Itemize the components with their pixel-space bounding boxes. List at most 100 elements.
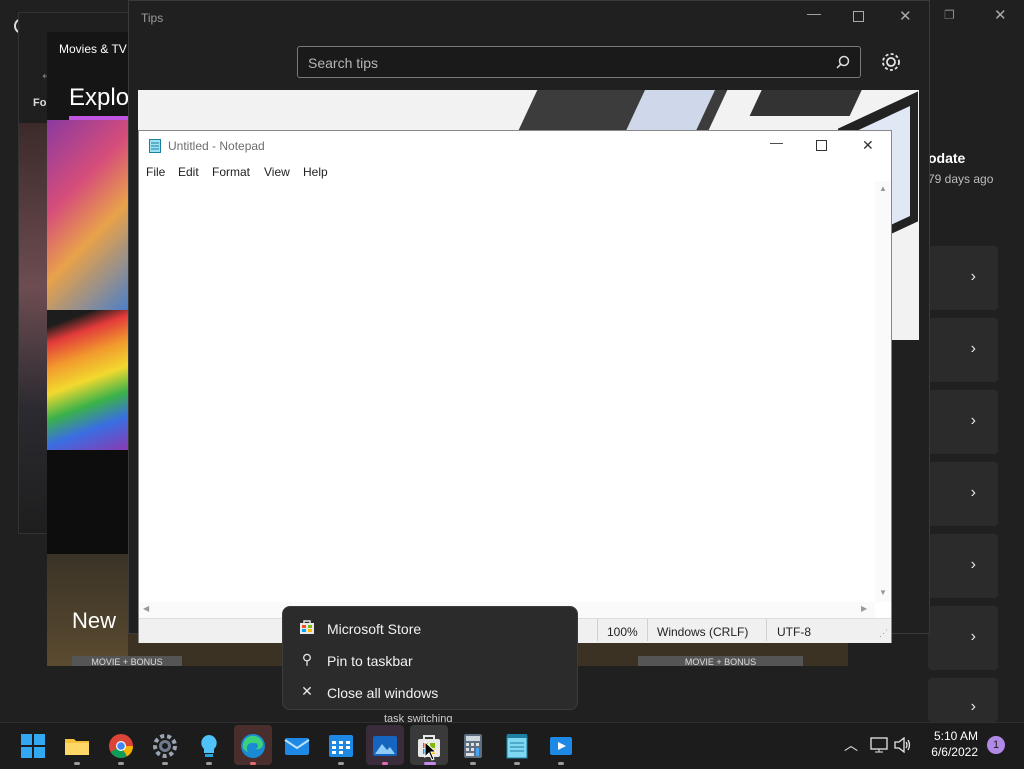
tips-title: Tips (141, 11, 164, 25)
scroll-down-icon[interactable]: ▼ (879, 588, 887, 597)
context-item-label: Pin to taskbar (327, 653, 413, 669)
movies-tv-icon[interactable] (548, 733, 574, 759)
movie-poster-2[interactable] (47, 310, 129, 450)
running-indicator (382, 762, 388, 765)
status-divider (766, 619, 767, 641)
mail-icon[interactable] (284, 733, 310, 759)
settings-icon[interactable] (152, 733, 178, 759)
minimize-icon[interactable]: — (807, 5, 821, 21)
photos-icon[interactable] (372, 733, 398, 759)
close-icon: ✕ (301, 683, 313, 699)
menu-file[interactable]: File (146, 165, 165, 179)
context-item-close-all-windows[interactable]: ✕ Close all windows (283, 675, 577, 707)
notepad-titlebar[interactable]: Untitled - Notepad — ✕ (139, 131, 891, 161)
clock-time[interactable]: 5:10 AM (928, 729, 978, 743)
taskbar: ︿ 5:10 AM 6/6/2022 1 (0, 722, 1024, 769)
movies-title: Movies & TV (59, 42, 127, 56)
notepad-title: Untitled - Notepad (168, 139, 265, 153)
scroll-right-icon[interactable]: ▶ (861, 604, 867, 613)
tips-icon[interactable] (196, 733, 222, 759)
context-item-microsoft-store[interactable]: Microsoft Store (283, 611, 577, 643)
status-divider (647, 619, 648, 641)
settings-card[interactable]: › (928, 390, 998, 454)
close-icon[interactable]: ✕ (862, 137, 874, 154)
context-item-label: Close all windows (327, 685, 439, 701)
laptop-image-2 (749, 90, 867, 116)
search-input[interactable]: Search tips (297, 46, 861, 78)
running-indicator (470, 762, 476, 765)
chevron-up-icon[interactable]: ︿ (844, 735, 858, 755)
running-indicator (514, 762, 520, 765)
chevron-right-icon: › (970, 484, 976, 501)
search-icon[interactable] (836, 55, 850, 69)
volume-icon[interactable] (894, 737, 912, 753)
settings-card[interactable]: › (928, 534, 998, 598)
chevron-right-icon: › (970, 340, 976, 357)
chevron-right-icon: › (970, 268, 976, 285)
edge-icon[interactable] (240, 733, 266, 759)
settings-card[interactable]: › (928, 246, 998, 310)
start-icon[interactable] (20, 733, 46, 759)
menu-view[interactable]: View (264, 165, 290, 179)
network-icon[interactable] (870, 737, 888, 753)
scroll-left-icon[interactable]: ◀ (143, 604, 149, 613)
chevron-right-icon: › (970, 628, 976, 645)
settings-card[interactable]: › (928, 318, 998, 382)
menu-edit[interactable]: Edit (178, 165, 199, 179)
menu-help[interactable]: Help (303, 165, 328, 179)
minimize-icon[interactable]: — (770, 135, 783, 150)
notification-badge[interactable]: 1 (987, 736, 1005, 754)
movie-poster-3[interactable] (47, 450, 129, 554)
clock-date[interactable]: 6/6/2022 (924, 745, 978, 759)
settings-card[interactable]: › (928, 678, 998, 722)
close-icon[interactable]: ✕ (994, 6, 1007, 24)
chevron-right-icon: › (970, 412, 976, 429)
movie-thumbnail[interactable] (19, 123, 49, 533)
mouse-cursor-icon (424, 741, 438, 761)
status-zoom: 100% (607, 625, 638, 639)
close-icon[interactable]: ✕ (899, 7, 912, 25)
banner-right[interactable]: MOVIE + BONUS (638, 656, 803, 666)
maximize-icon[interactable] (816, 140, 827, 151)
update-title: odate (928, 150, 966, 166)
calendar-icon[interactable] (328, 733, 354, 759)
maximize-icon[interactable] (853, 11, 864, 22)
search-placeholder: Search tips (308, 55, 379, 71)
status-encoding: UTF-8 (777, 625, 811, 639)
new-heading: New (72, 608, 117, 633)
text-editor-area[interactable] (139, 181, 875, 602)
settings-card[interactable]: › (928, 606, 998, 670)
running-indicator (250, 762, 256, 765)
chrome-icon[interactable] (108, 733, 134, 759)
taskbar-context-menu: Microsoft Store ⚲ Pin to taskbar ✕ Close… (282, 606, 578, 710)
pin-icon: ⚲ (301, 651, 313, 667)
menu-format[interactable]: Format (212, 165, 250, 179)
vertical-scrollbar[interactable]: ▲ ▼ (875, 181, 891, 602)
chevron-right-icon: › (970, 698, 976, 715)
for-label: Fo (33, 97, 47, 109)
status-line-ending: Windows (CRLF) (657, 625, 749, 639)
running-indicator (74, 762, 80, 765)
resize-grip-icon[interactable]: ⋰ (879, 628, 888, 639)
notepad-window: Untitled - Notepad — ✕ File Edit Format … (138, 130, 892, 643)
notepad-app-icon (149, 139, 161, 153)
restore-icon[interactable]: ❐ (944, 8, 955, 22)
status-divider (597, 619, 598, 641)
notepad-icon[interactable] (504, 733, 530, 759)
chevron-right-icon: › (970, 556, 976, 573)
update-subtitle: 79 days ago (928, 172, 994, 186)
file-explorer-icon[interactable] (64, 733, 90, 759)
context-item-pin-to-taskbar[interactable]: ⚲ Pin to taskbar (283, 643, 577, 675)
running-indicator (206, 762, 212, 765)
settings-card[interactable]: › (928, 462, 998, 526)
running-indicator (424, 762, 436, 765)
calculator-icon[interactable] (460, 733, 486, 759)
banner-left[interactable]: MOVIE + BONUS (72, 656, 182, 666)
context-item-label: Microsoft Store (327, 621, 422, 637)
store-icon (300, 620, 314, 634)
explore-heading: Explor (69, 84, 138, 111)
scroll-up-icon[interactable]: ▲ (879, 184, 887, 193)
gear-icon[interactable] (880, 51, 902, 73)
running-indicator (338, 762, 344, 765)
movie-poster-1[interactable] (47, 120, 129, 310)
